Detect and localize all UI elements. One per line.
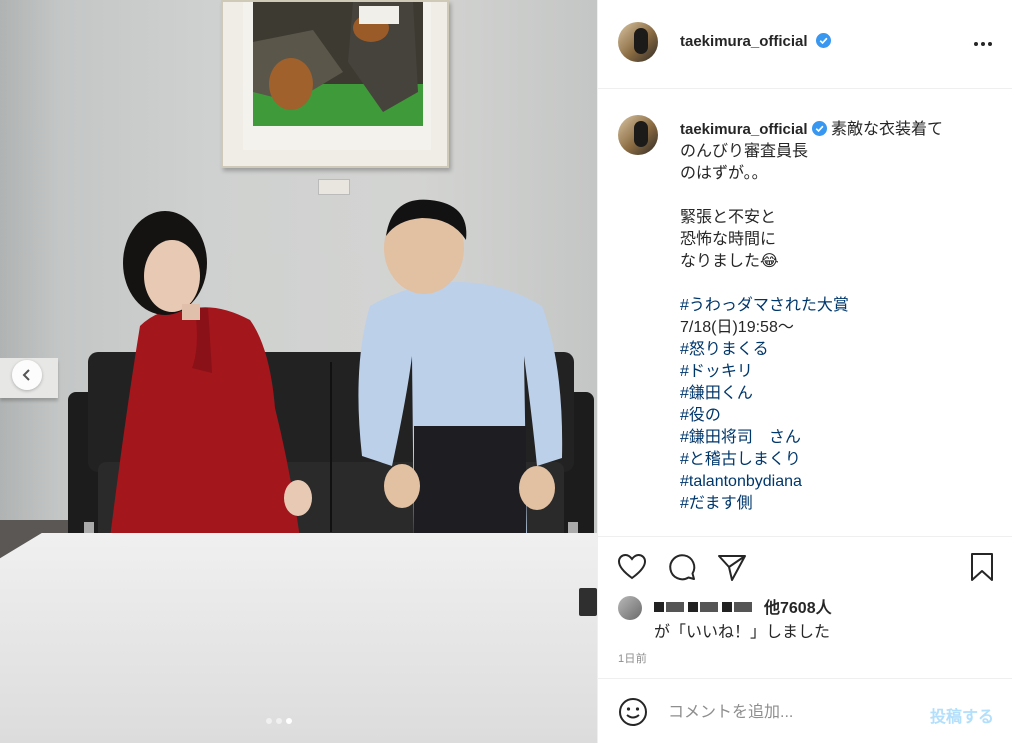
hashtag-link[interactable]: #役の (680, 405, 990, 427)
caption-line: なりました😂 (680, 253, 779, 270)
caption-line: 緊張と不安と (680, 209, 777, 226)
hashtag-link[interactable]: #鎌田将司 さん (680, 427, 990, 449)
woman-red-dress (110, 211, 312, 538)
caption-line: 恐怖な時間に (680, 231, 777, 248)
likes-count[interactable]: 他7608人 (764, 594, 832, 618)
framed-artwork (221, 0, 449, 168)
likes-summary: 他7608人 が「いいね！」しました (618, 594, 998, 641)
caption-line: 素敵な衣装着て (831, 121, 944, 138)
post-timestamp[interactable]: 1日前 (618, 650, 647, 666)
likes-suffix: が「いいね！」しました (654, 624, 831, 641)
post-actions-bar (598, 536, 1012, 589)
more-dot-icon (981, 42, 985, 46)
post-side-panel: taekimura_official taekimura_official 素敵… (597, 0, 1012, 743)
carousel-prev-button[interactable] (12, 360, 42, 390)
redacted-liker-name (654, 602, 754, 612)
avatar[interactable] (618, 22, 658, 62)
verified-badge-icon (816, 33, 832, 48)
hashtag-link[interactable]: #talantonbydiana (680, 471, 990, 493)
share-icon[interactable] (716, 551, 748, 583)
more-options-button[interactable] (974, 34, 996, 54)
caption-first-line: taekimura_official 素敵な衣装着て (680, 119, 990, 141)
caption-area: taekimura_official 素敵な衣装着て のんびり審査員長 のはずが… (598, 89, 1012, 535)
liker-avatar[interactable] (618, 596, 642, 620)
art-label-plate (318, 179, 350, 195)
artwork-mat (243, 2, 431, 150)
post-header: taekimura_official (598, 0, 1012, 89)
hashtag-link[interactable]: #鎌田くん (680, 383, 990, 405)
comment-icon[interactable] (666, 551, 698, 583)
caption-line: のんびり審査員長 (680, 143, 809, 160)
comment-box: 投稿する (598, 678, 1012, 744)
white-table (0, 533, 597, 743)
carousel-dot-active (286, 718, 292, 724)
caption-text: taekimura_official 素敵な衣装着て のんびり審査員長 のはずが… (680, 119, 990, 515)
carousel-dot (266, 718, 272, 724)
more-dot-icon (988, 42, 992, 46)
caption-airtime: 7/18(日)19:58〜 (680, 319, 794, 336)
emoji-icon[interactable] (618, 697, 648, 727)
hashtag-link[interactable]: #だます側 (680, 493, 990, 515)
artwork-painting (253, 2, 423, 126)
chevron-left-icon (22, 369, 30, 381)
caption-avatar[interactable] (618, 115, 658, 155)
heart-icon[interactable] (616, 551, 648, 583)
verified-badge-icon (811, 121, 827, 136)
header-username-row: taekimura_official (680, 33, 832, 51)
hashtag-link[interactable]: #と稽古しまくり (680, 449, 990, 471)
photo-wall-shadow (0, 0, 60, 540)
hashtag-link[interactable]: #怒りまくる (680, 339, 990, 361)
hashtag-link[interactable]: #うわっダマされた大賞 (680, 295, 990, 317)
header-username[interactable]: taekimura_official (680, 33, 808, 50)
caption-username[interactable]: taekimura_official (680, 121, 808, 138)
bookmark-icon[interactable] (966, 551, 998, 583)
man-blue-shirt (358, 199, 563, 541)
carousel-dot (276, 718, 282, 724)
post-photo[interactable] (0, 0, 597, 743)
phone-device (579, 588, 597, 616)
more-dot-icon (974, 42, 978, 46)
caption-line: のはずが。。 (680, 165, 768, 182)
carousel-indicator (266, 718, 292, 724)
comment-input[interactable] (666, 699, 910, 727)
post-comment-button[interactable]: 投稿する (930, 703, 994, 727)
hashtag-link[interactable]: #ドッキリ (680, 361, 990, 383)
